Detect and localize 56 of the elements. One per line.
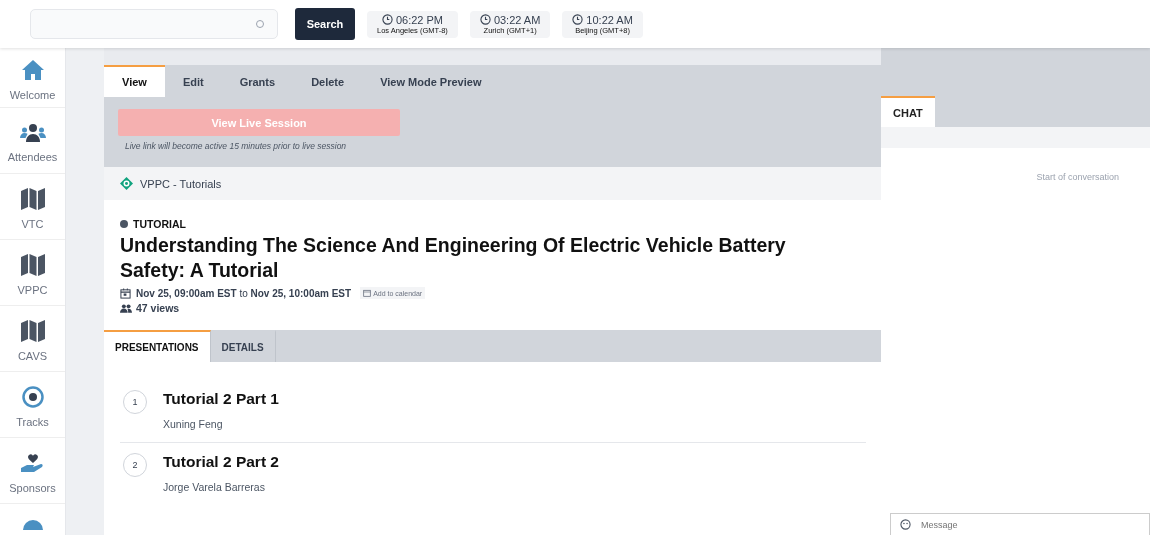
sidebar-label: VPPC (17, 283, 48, 296)
sidebar-label: Sponsors (9, 481, 56, 494)
sidebar-item[interactable]: CAVS (0, 306, 65, 372)
speaker-name: Xuning Feng (163, 418, 224, 430)
house-icon (20, 58, 45, 81)
sidebar-label: Attendees (7, 150, 58, 163)
breadcrumb[interactable]: VPPC - Tutorials (140, 177, 222, 190)
presentation-title[interactable]: Tutorial 2 Part 1 (163, 390, 279, 408)
sidebar-label: Tracks (16, 415, 49, 428)
sidebar-item[interactable]: VPPC (0, 240, 65, 306)
message-field[interactable]: Message (890, 513, 1150, 535)
map-icon (20, 253, 45, 276)
sidebar-item[interactable]: Tracks (0, 372, 65, 438)
clock-icon (572, 14, 584, 25)
sidebar-item[interactable]: Welcome (0, 48, 65, 108)
action-tab[interactable]: View Mode Preview (362, 65, 500, 97)
sidebar-label: VTC (21, 217, 44, 230)
help-icon (20, 518, 45, 530)
action-tab[interactable]: View (104, 65, 165, 97)
content-tab[interactable]: PRESENTATIONS (104, 330, 211, 362)
clock-icon (479, 14, 491, 25)
people-icon (19, 122, 46, 143)
action-tab[interactable]: Delete (293, 65, 363, 97)
sidebar-item[interactable]: Attendees (0, 108, 65, 174)
sidebar-item[interactable]: Sponsors (0, 438, 65, 504)
content-tab[interactable]: DETAILS (210, 330, 276, 362)
sidebar-item[interactable]: VTC (0, 174, 65, 240)
search-button[interactable]: Search (295, 8, 355, 40)
map-icon (20, 319, 45, 342)
people-icon (120, 303, 132, 313)
smiley-icon (900, 519, 911, 530)
view-count: 47 views (136, 302, 180, 314)
sidebar-label: CAVS (17, 349, 48, 362)
calendar-icon (363, 289, 372, 297)
chat-tab[interactable]: CHAT (881, 96, 935, 127)
conversation-start: Start of conversation (1036, 172, 1119, 184)
map-icon (20, 187, 45, 210)
presentation-title[interactable]: Tutorial 2 Part 2 (163, 453, 279, 471)
clock-time: 06:22 PM (395, 13, 443, 26)
live-note: Live link will become active 15 minutes prior to live session (125, 141, 347, 151)
clock-time: 03:22 AM (493, 13, 541, 26)
event-title: Understanding The Science And Engineering Of Electric Vehicle Battery Safety: A Tutorial (120, 233, 787, 283)
event-type: TUTORIAL (133, 218, 186, 230)
sidebar-label: Welcome (9, 88, 56, 101)
calendar-icon (120, 287, 131, 299)
target-icon (120, 177, 133, 190)
target-icon (21, 385, 44, 408)
search-field[interactable] (30, 9, 278, 39)
hand-heart-icon (19, 451, 46, 474)
action-tab[interactable]: Edit (164, 65, 222, 97)
clock-icon (381, 14, 393, 25)
speaker-name: Jorge Varela Barreras (163, 481, 266, 493)
action-tab[interactable]: Grants (221, 65, 294, 97)
clock-time: 10:22 AM (586, 13, 633, 26)
dot-icon (120, 220, 128, 228)
event-date: Nov 25, 09:00am EST to Nov 25, 10:00am EST (136, 287, 352, 299)
